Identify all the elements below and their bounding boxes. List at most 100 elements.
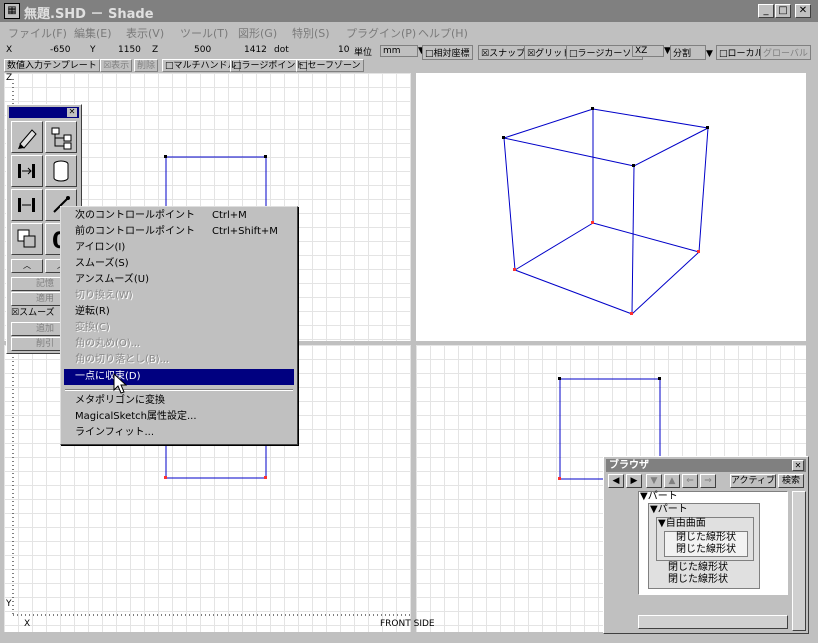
dot-value: 1412 — [244, 45, 267, 55]
browser-vertical-scrollbar[interactable] — [792, 491, 806, 631]
z-value[interactable]: 500 — [194, 45, 211, 55]
triangle-up-icon[interactable]: ▲ — [664, 474, 680, 488]
tree-node-closed-line-1[interactable]: 閉じた線形状 — [676, 532, 736, 544]
menu-plugin[interactable]: プラグイン(P) — [346, 25, 416, 41]
arrow-left-icon[interactable]: ⇐ — [682, 474, 698, 488]
active-button[interactable]: アクティブ — [730, 474, 776, 488]
line-tool-icon[interactable] — [11, 155, 43, 187]
menu-item-smooth[interactable]: スムーズ(S) — [64, 256, 294, 272]
mountain-icon[interactable]: ︿ — [11, 259, 43, 273]
menu-item-shortcut: Ctrl+Shift+M — [212, 226, 278, 237]
mouse-cursor-icon — [113, 373, 127, 394]
unit-select[interactable]: mm▼ — [380, 45, 425, 57]
maximize-icon[interactable]: □ — [775, 4, 791, 18]
pen-tool-icon[interactable] — [11, 121, 43, 153]
browser-title[interactable]: ブラウザ — [606, 459, 806, 472]
tree-node-closed-line-3[interactable]: 閉じた線形状 — [668, 562, 728, 574]
global-button[interactable]: グローバル — [760, 45, 811, 60]
menu-item-convert-metapolygon[interactable]: メタポリゴンに変換 — [64, 393, 294, 409]
menu-view[interactable]: 表示(V) — [126, 25, 164, 41]
window-title: 無題.SHD － Shade — [24, 7, 154, 22]
delete-button[interactable]: 削除 — [134, 59, 159, 72]
minimize-icon[interactable]: _ — [758, 4, 774, 18]
menu-item-label: 次のコントロールポイント — [75, 210, 195, 221]
browser-horizontal-scrollbar[interactable] — [638, 615, 788, 629]
tree-node-part-root[interactable]: ▼パート — [640, 491, 678, 503]
divide-select[interactable]: 分割 ▼ — [670, 45, 713, 60]
front-side-label: FRONT SIDE — [380, 619, 435, 629]
menu-item-magicalsketch[interactable]: MagicalSketch属性設定... — [64, 409, 294, 425]
cylinder-tool-icon[interactable] — [45, 155, 77, 187]
dot-label: dot — [274, 45, 289, 55]
y-label: Y — [90, 45, 96, 55]
search-button[interactable]: 検索 — [778, 474, 804, 488]
multi-handle-checkbox[interactable]: □マルチハンドル — [162, 59, 240, 72]
z-label: Z — [152, 45, 159, 55]
menu-edit[interactable]: 編集(E) — [74, 25, 112, 41]
bottom-axis-y-label: Y — [6, 599, 12, 609]
browser-panel: ブラウザ ✕ ◀ ▶ ▼ ▲ ⇐ ⇒ アクティブ 検索 ▼パート ▼パート ▼自… — [603, 456, 809, 634]
context-menu: 次のコントロールポイント Ctrl+M 前のコントロールポイント Ctrl+Shif… — [60, 206, 298, 445]
tree-node-free-surface[interactable]: ▼自由曲面 — [658, 518, 706, 530]
browser-close-icon[interactable]: ✕ — [792, 460, 804, 471]
menu-shape[interactable]: 図形(G) — [238, 25, 277, 41]
menu-item-chamfer-corner[interactable]: 角の切り落とし(B)... — [64, 352, 294, 368]
close-icon[interactable]: ✕ — [795, 4, 811, 18]
triangle-right-icon[interactable]: ▶ — [626, 474, 642, 488]
menu-item-converge-to-point[interactable]: 一点に収束(D) — [64, 369, 294, 385]
menu-bar: ファイル(F) 編集(E) 表示(V) ツール(T) 図形(G) 特別(S) プ… — [0, 22, 818, 42]
menu-item-iron[interactable]: アイロン(I) — [64, 240, 294, 256]
arrow-right-icon[interactable]: ⇒ — [700, 474, 716, 488]
unit-value: mm — [380, 45, 418, 57]
menu-item-shortcut: Ctrl+M — [212, 210, 247, 221]
bottom-axis-x-label: X — [24, 619, 31, 629]
local-checkbox[interactable]: □ローカル — [716, 45, 767, 60]
menu-item-next-control-point[interactable]: 次のコントロールポイント Ctrl+M — [64, 208, 294, 224]
shade-app-icon[interactable]: ▦ — [4, 3, 20, 19]
tree-node-part[interactable]: ▼パート — [650, 504, 688, 516]
perspective-view[interactable] — [416, 73, 806, 341]
hierarchy-tool-icon[interactable] — [45, 121, 77, 153]
vertical-splitter[interactable] — [411, 73, 416, 633]
menu-file[interactable]: ファイル(F) — [8, 25, 67, 41]
top-axis-label: Z — [6, 73, 12, 83]
palette-close-icon[interactable]: ✕ — [67, 108, 77, 117]
menu-item-convert[interactable]: 変換(C) — [64, 320, 294, 336]
title-bar: ▦ 無題.SHD － Shade _ □ ✕ — [0, 0, 818, 22]
divide-value: 分割 — [670, 45, 706, 60]
x-label: X — [6, 45, 13, 55]
sweep-tool-icon[interactable] — [11, 189, 43, 221]
menu-item-unsmooth[interactable]: アンスムーズ(U) — [64, 272, 294, 288]
z-axis-label: Z — [6, 73, 13, 83]
chevron-down-icon: ▼ — [706, 49, 713, 59]
triangle-down-icon[interactable]: ▼ — [646, 474, 662, 488]
display-checkbox[interactable]: ☒表示 — [100, 59, 133, 72]
tree-node-closed-line-4[interactable]: 閉じた線形状 — [668, 574, 728, 586]
relative-coords-checkbox[interactable]: □相対座標 — [422, 45, 473, 60]
menu-separator — [65, 389, 293, 391]
menu-special[interactable]: 特別(S) — [292, 25, 330, 41]
plane-value: XZ — [632, 45, 664, 57]
unit-number: 10 — [338, 45, 350, 55]
perspective-canvas — [502, 107, 709, 315]
x-value[interactable]: -650 — [50, 45, 70, 55]
menu-help[interactable]: ヘルプ(H) — [418, 25, 468, 41]
menu-item-switch[interactable]: 切り換え(W) — [64, 288, 294, 304]
menu-item-line-fit[interactable]: ラインフィット... — [64, 425, 294, 441]
triangle-left-icon[interactable]: ◀ — [608, 474, 624, 488]
menu-item-reverse[interactable]: 逆転(R) — [64, 304, 294, 320]
menu-item-round-corner[interactable]: 角の丸め(O)... — [64, 336, 294, 352]
options-bar: 数値入力テンプレート ☒表示 削除 □マルチハンドル □ラージポイント □セーフ… — [4, 59, 812, 73]
unit-label: 単位 — [354, 48, 373, 58]
coordinate-bar: X -650 Y 1150 Z 500 1412 dot 10 単位 mm▼ □… — [4, 44, 812, 60]
menu-item-prev-control-point[interactable]: 前のコントロールポイント Ctrl+Shift+M — [64, 224, 294, 240]
copy-tool-icon[interactable] — [11, 223, 43, 255]
menu-tool[interactable]: ツール(T) — [180, 25, 228, 41]
snap-checkbox[interactable]: ☒スナップ — [478, 45, 529, 60]
menu-item-label: 前のコントロールポイント — [75, 226, 195, 237]
safe-zone-checkbox[interactable]: □セーフゾーン — [296, 59, 364, 72]
numeric-template-button[interactable]: 数値入力テンプレート — [4, 59, 100, 72]
tree-node-closed-line-2[interactable]: 閉じた線形状 — [676, 544, 736, 556]
plane-select[interactable]: XZ ▼ — [632, 45, 671, 57]
y-value[interactable]: 1150 — [118, 45, 141, 55]
